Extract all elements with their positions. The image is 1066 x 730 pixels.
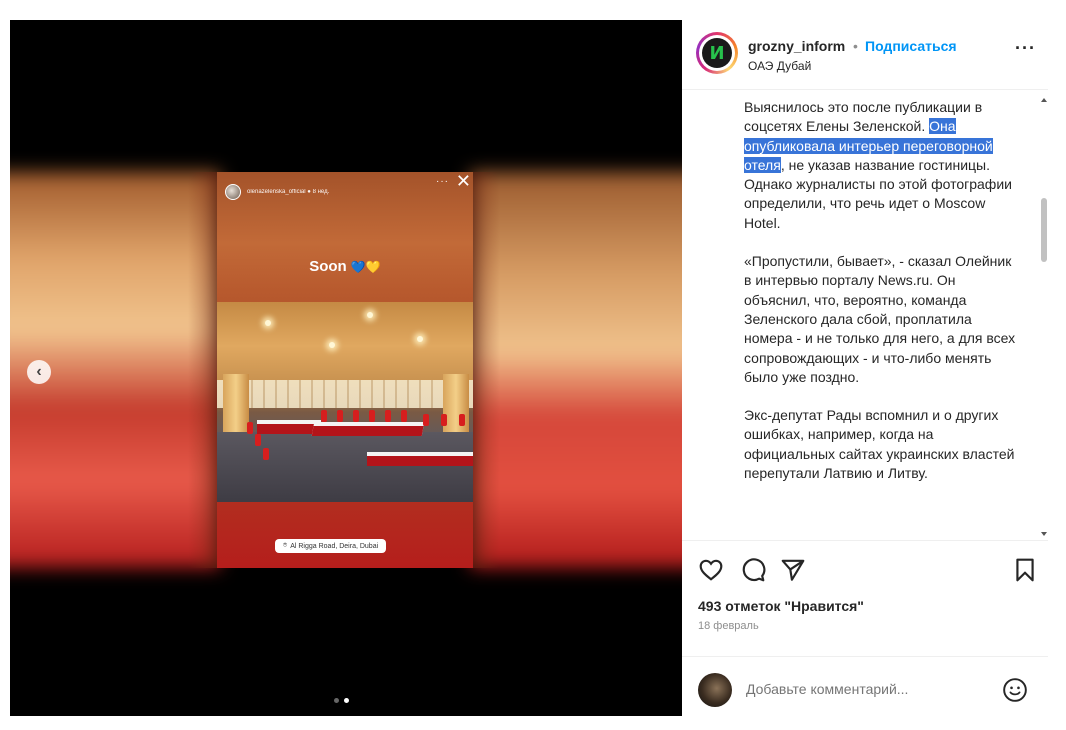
more-options-icon[interactable]: ··· [1015,38,1036,59]
grozny-inform-logo: И [702,38,732,68]
post-sidebar: И grozny_inform • Подписаться ОАЭ Дубай … [682,20,1048,716]
caption-area[interactable]: Выяснилось это после публикации в соцсет… [682,94,1048,540]
caption-text: Выяснилось это после публикации в соцсет… [744,98,1020,502]
smiley-icon[interactable] [1002,677,1028,703]
post-header: И grozny_inform • Подписаться ОАЭ Дубай … [682,20,1048,90]
bookmark-icon[interactable] [1012,557,1038,583]
comment-input[interactable] [746,681,986,697]
current-user-avatar [698,673,732,707]
heart-icon[interactable] [698,557,724,583]
story-avatar [225,184,241,200]
send-icon[interactable] [780,557,806,583]
blurred-background-right [470,172,682,568]
story-close-icon: ✕ [455,172,471,191]
caption-scrollbar[interactable] [1040,94,1048,540]
post-media: olenazelenska_official ● 8 нед. ··· ✕ So… [10,20,682,716]
story-more-icon: ··· [436,176,449,187]
separator-dot: • [853,38,858,54]
follow-button[interactable]: Подписаться [865,38,957,54]
story-username: olenazelenska_official ● 8 нед. [247,189,330,195]
likes-count[interactable]: 493 отметок "Нравится" [698,598,864,614]
post-location[interactable]: ОАЭ Дубай [748,59,811,73]
yellow-heart-icon: 💛 [365,260,381,274]
comment-icon[interactable] [740,557,766,583]
post-actions [682,540,1048,596]
author-avatar[interactable]: И [696,32,738,74]
story-caption: Soon 💙💛 [309,258,381,275]
caption-paragraph: Экс-депутат Рады вспомнил и о других оши… [744,407,1015,482]
carousel-dot-active [344,698,349,703]
story-header: olenazelenska_official ● 8 нед. [225,180,465,204]
blue-heart-icon: 💙 [350,260,366,274]
caption-paragraph: Выяснилось это после публикации в соцсет… [744,99,1012,231]
scroll-up-arrow[interactable] [1041,98,1047,102]
author-username[interactable]: grozny_inform [748,38,845,54]
previous-slide-button[interactable]: ‹ [27,360,51,384]
comment-bar [682,656,1048,716]
scroll-thumb[interactable] [1041,198,1047,262]
story-screenshot: olenazelenska_official ● 8 нед. ··· ✕ So… [217,172,473,568]
carousel-indicator [334,698,349,703]
post-date[interactable]: 18 февраль [698,620,759,632]
conference-room-photo [217,302,473,502]
pin-icon: ⌾ [283,542,288,549]
carousel-dot [334,698,339,703]
caption-paragraph: «Пропустили, бывает», - сказал Олейник в… [744,253,1016,385]
story-location-sticker: ⌾ Al Rigga Road, Deira, Dubai [275,539,387,553]
scroll-down-arrow[interactable] [1041,532,1047,536]
